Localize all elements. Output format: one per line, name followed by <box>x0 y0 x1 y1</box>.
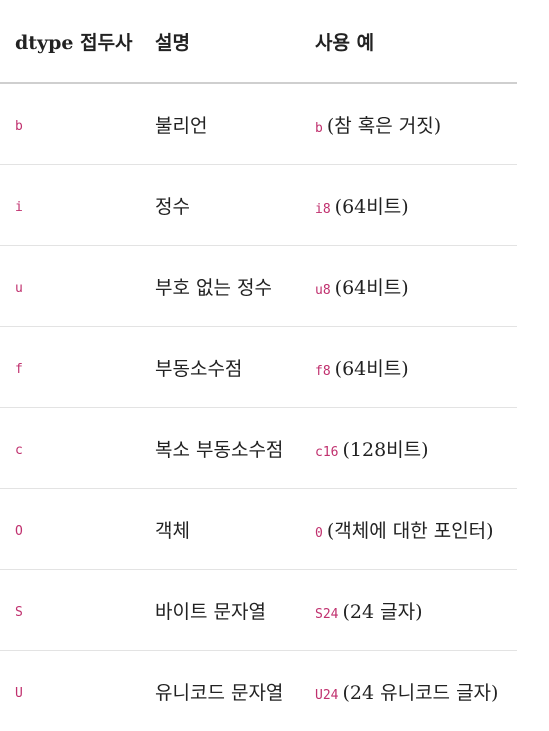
example-cell: c16 (128비트) <box>300 408 517 489</box>
prefix-code: O <box>15 524 23 539</box>
example-text: (객체에 대한 포인터) <box>327 520 494 542</box>
prefix-cell: f <box>0 327 140 408</box>
example-code: i8 <box>315 202 331 217</box>
example-code: 0 <box>315 526 323 541</box>
prefix-code: c <box>15 443 23 458</box>
prefix-cell: i <box>0 165 140 246</box>
example-cell: f8 (64비트) <box>300 327 517 408</box>
prefix-cell: S <box>0 570 140 651</box>
header-row: dtype 접두사 설명 사용 예 <box>0 0 517 83</box>
prefix-code: u <box>15 281 23 296</box>
description-cell: 객체 <box>140 489 300 570</box>
example-text: (64비트) <box>335 196 409 218</box>
table-row: U 유니코드 문자열 U24 (24 유니코드 글자) <box>0 651 517 731</box>
prefix-cell: U <box>0 651 140 731</box>
table-row: i 정수 i8 (64비트) <box>0 165 517 246</box>
example-code: b <box>315 121 323 136</box>
example-code: U24 <box>315 688 338 703</box>
example-cell: u8 (64비트) <box>300 246 517 327</box>
description-cell: 부동소수점 <box>140 327 300 408</box>
description-cell: 정수 <box>140 165 300 246</box>
description-cell: 부호 없는 정수 <box>140 246 300 327</box>
prefix-cell: b <box>0 83 140 165</box>
table-body: b 불리언 b (참 혹은 거짓) i 정수 i8 (64비트) u 부호 없는 정… <box>0 83 517 731</box>
example-cell: S24 (24 글자) <box>300 570 517 651</box>
example-cell: U24 (24 유니코드 글자) <box>300 651 517 731</box>
example-code: u8 <box>315 283 331 298</box>
table-header: dtype 접두사 설명 사용 예 <box>0 0 517 83</box>
description-cell: 불리언 <box>140 83 300 165</box>
table-row: f 부동소수점 f8 (64비트) <box>0 327 517 408</box>
example-code: c16 <box>315 445 338 460</box>
header-dtype-prefix: dtype 접두사 <box>0 0 140 83</box>
header-description: 설명 <box>140 0 300 83</box>
table-row: S 바이트 문자열 S24 (24 글자) <box>0 570 517 651</box>
example-text: (참 혹은 거짓) <box>327 115 441 137</box>
prefix-code: b <box>15 119 23 134</box>
example-text: (64비트) <box>335 277 409 299</box>
example-cell: b (참 혹은 거짓) <box>300 83 517 165</box>
prefix-code: U <box>15 686 23 701</box>
description-cell: 바이트 문자열 <box>140 570 300 651</box>
example-text: (64비트) <box>335 358 409 380</box>
example-text: (24 글자) <box>342 601 422 623</box>
prefix-cell: O <box>0 489 140 570</box>
example-code: f8 <box>315 364 331 379</box>
example-text: (128비트) <box>342 439 428 461</box>
prefix-code: i <box>15 200 23 215</box>
prefix-code: S <box>15 605 23 620</box>
table-row: O 객체 0 (객체에 대한 포인터) <box>0 489 517 570</box>
example-cell: 0 (객체에 대한 포인터) <box>300 489 517 570</box>
description-cell: 유니코드 문자열 <box>140 651 300 731</box>
table-row: c 복소 부동소수점 c16 (128비트) <box>0 408 517 489</box>
example-code: S24 <box>315 607 338 622</box>
example-text: (24 유니코드 글자) <box>342 682 498 704</box>
prefix-code: f <box>15 362 23 377</box>
dtype-prefix-table: dtype 접두사 설명 사용 예 b 불리언 b (참 혹은 거짓) i 정수 … <box>0 0 517 731</box>
prefix-cell: c <box>0 408 140 489</box>
example-cell: i8 (64비트) <box>300 165 517 246</box>
prefix-cell: u <box>0 246 140 327</box>
table-row: u 부호 없는 정수 u8 (64비트) <box>0 246 517 327</box>
header-example: 사용 예 <box>300 0 517 83</box>
table-row: b 불리언 b (참 혹은 거짓) <box>0 83 517 165</box>
description-cell: 복소 부동소수점 <box>140 408 300 489</box>
